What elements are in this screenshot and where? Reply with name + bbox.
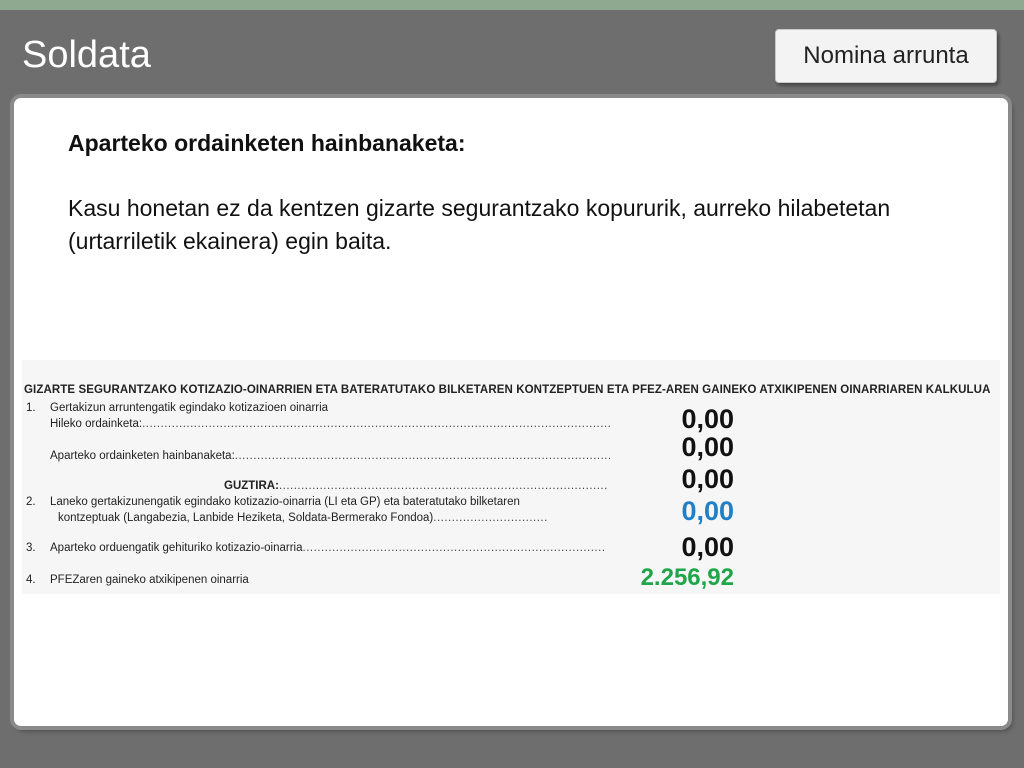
explanation-text: Kasu honetan ez da kentzen gizarte segur…	[68, 195, 891, 254]
row-dots: ...............................	[433, 512, 548, 524]
form-row-1b: Aparteko ordainketen hainbanaketa: .....…	[50, 450, 610, 462]
nomina-arrunta-button[interactable]: Nomina arrunta	[775, 29, 997, 83]
form-row-1a: Hileko ordainketa: .....................…	[50, 418, 610, 430]
form-row-2b: kontzeptuak (Langabezia, Lanbide Heziket…	[58, 512, 608, 524]
form-row-total: GUZTIRA: ...............................…	[224, 480, 608, 492]
top-accent-bar	[0, 0, 1024, 10]
content-panel: Aparteko ordainketen hainbanaketa: Kasu …	[14, 98, 1008, 726]
value-overtime: 0,00	[681, 532, 734, 562]
value-total: 0,00	[681, 464, 734, 494]
value-irpf-base: 2.256,92	[640, 564, 734, 591]
row-number: 2.	[26, 496, 36, 508]
payroll-form-excerpt: GIZARTE SEGURANTZAKO KOTIZAZIO-OINARRIEN…	[22, 360, 1000, 594]
row-number: 4.	[26, 574, 36, 586]
form-row-4: 4. PFEZaren gaineko atxikipenen oinarria	[26, 574, 249, 586]
row-label: Aparteko orduengatik gehituriko kotizazi…	[50, 542, 303, 554]
section-heading: Aparteko ordainketen hainbanaketa:	[68, 130, 466, 156]
form-header: GIZARTE SEGURANTZAKO KOTIZAZIO-OINARRIEN…	[24, 384, 991, 396]
row-label: Laneko gertakizunengatik egindako kotiza…	[50, 496, 520, 508]
row-label: GUZTIRA:	[224, 480, 279, 492]
value-extra-payments: 0,00	[681, 432, 734, 462]
form-row-2: 2. Laneko gertakizunengatik egindako kot…	[26, 496, 520, 508]
row-dots: ........................................…	[142, 418, 610, 430]
row-number: 1.	[26, 402, 36, 414]
slide-title: Soldata	[22, 34, 151, 76]
value-work-contingencies: 0,00	[681, 496, 734, 526]
row-dots: ........................................…	[278, 480, 608, 492]
row-label: Gertakizun arruntengatik egindako kotiza…	[50, 402, 329, 414]
row-number: 3.	[26, 542, 36, 554]
row-dots: ........................................…	[302, 542, 606, 554]
form-row-1: 1. Gertakizun arruntengatik egindako kot…	[26, 402, 328, 414]
row-label: Hileko ordainketa:	[50, 418, 143, 430]
value-monthly: 0,00	[681, 404, 734, 434]
row-label: PFEZaren gaineko atxikipenen oinarria	[50, 574, 249, 586]
form-row-3: 3. Aparteko orduengatik gehituriko kotiz…	[26, 542, 626, 554]
row-label: kontzeptuak (Langabezia, Lanbide Heziket…	[58, 512, 434, 524]
row-label: Aparteko ordainketen hainbanaketa:	[50, 450, 235, 462]
row-dots: ........................................…	[234, 450, 610, 462]
